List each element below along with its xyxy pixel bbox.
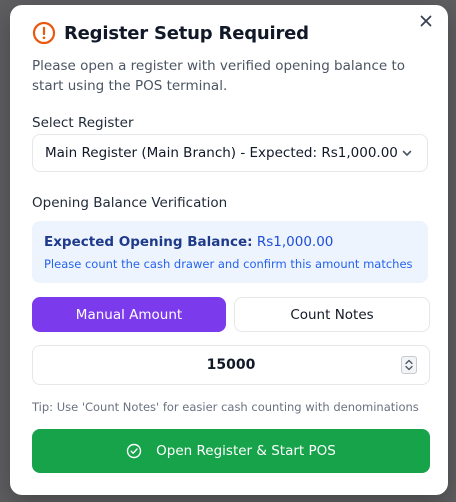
close-icon <box>420 15 432 27</box>
opening-amount-value: 15000 <box>206 357 256 373</box>
warning-circle-icon <box>32 21 56 45</box>
opening-amount-input[interactable]: 15000 <box>32 345 430 385</box>
open-register-label: Open Register & Start POS <box>156 443 336 459</box>
register-select[interactable]: Main Register (Main Branch) - Expected: … <box>32 134 428 172</box>
close-button[interactable] <box>416 11 436 31</box>
modal-title: Register Setup Required <box>64 22 309 44</box>
modal-header: Register Setup Required <box>32 21 309 45</box>
chevron-down-icon <box>402 150 412 156</box>
check-circle-icon <box>126 443 142 459</box>
expected-balance-line: Expected Opening Balance: Rs1,000.00 <box>44 234 416 250</box>
tip-text: Tip: Use 'Count Notes' for easier cash c… <box>32 400 419 414</box>
expected-balance-label: Expected Opening Balance: <box>44 234 253 250</box>
amount-stepper[interactable] <box>401 356 417 374</box>
manual-amount-tab[interactable]: Manual Amount <box>32 297 226 332</box>
count-notes-tab[interactable]: Count Notes <box>234 297 430 332</box>
expected-balance-note: Please count the cash drawer and confirm… <box>44 257 413 271</box>
modal-description: Please open a register with verified ope… <box>32 58 406 94</box>
register-setup-modal: Register Setup Required Please open a re… <box>10 5 448 495</box>
select-register-label: Select Register <box>32 115 134 131</box>
verification-label: Opening Balance Verification <box>32 195 228 211</box>
stepper-arrows-icon <box>405 359 413 371</box>
expected-balance-value: Rs1,000.00 <box>256 234 334 250</box>
open-register-button[interactable]: Open Register & Start POS <box>32 429 430 473</box>
register-select-value: Main Register (Main Branch) - Expected: … <box>45 145 398 161</box>
expected-balance-box: Expected Opening Balance: Rs1,000.00 Ple… <box>32 221 428 283</box>
